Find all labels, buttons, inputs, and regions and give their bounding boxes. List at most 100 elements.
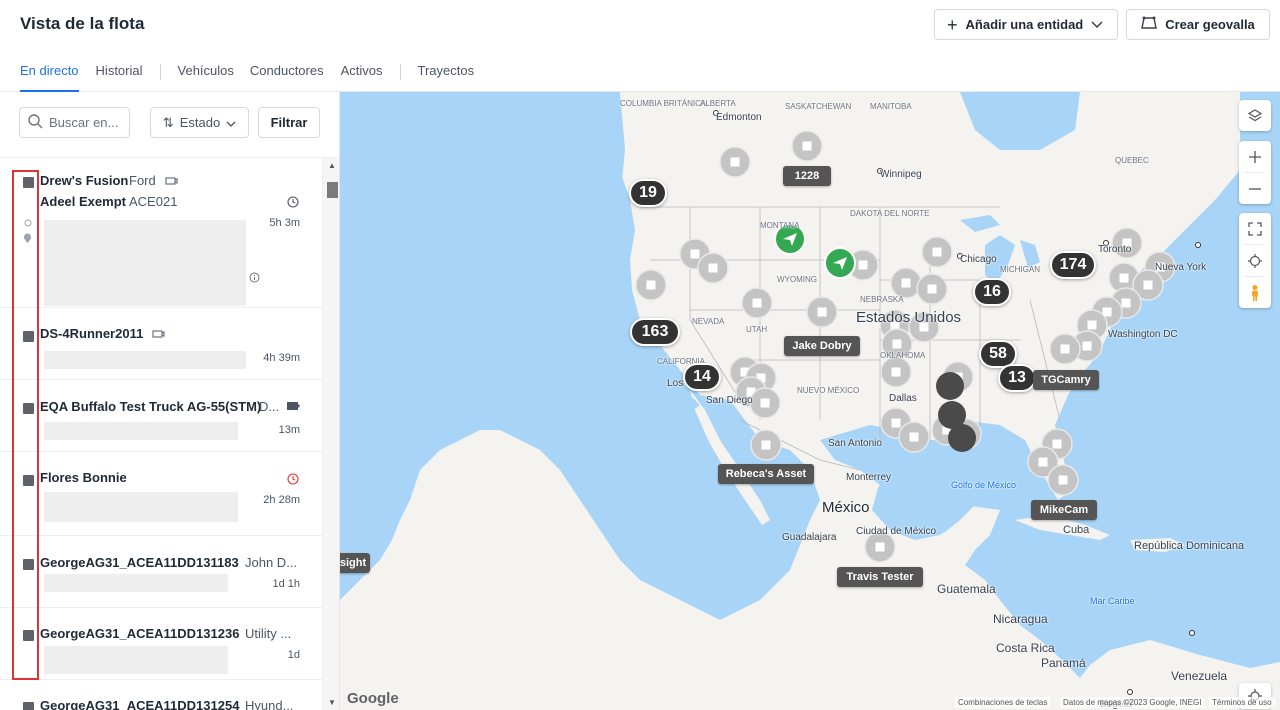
map-place-label: Estados Unidos xyxy=(856,309,962,326)
geofence-icon xyxy=(1141,16,1158,33)
scroll-up-icon[interactable]: ▲ xyxy=(327,161,337,170)
filter-button[interactable]: Filtrar xyxy=(258,107,320,138)
map-place-label: Toronto xyxy=(1098,244,1132,255)
list-item[interactable]: Flores Bonnie 2h 28m xyxy=(0,452,322,536)
tab-en-directo[interactable]: En directo xyxy=(20,58,79,92)
vehicle-extra: D... xyxy=(259,399,280,414)
map-place-label: San Diego xyxy=(706,395,753,406)
vehicle-cluster-badge[interactable]: 16 xyxy=(973,278,1011,306)
vehicle-name-tag[interactable]: Rebeca's Asset xyxy=(718,464,814,484)
redacted-address xyxy=(44,574,228,592)
map-place-label: SASKATCHEWAN xyxy=(785,102,852,111)
vehicle-cluster-badge[interactable]: 14 xyxy=(683,363,721,391)
map-place-label: Guadalajara xyxy=(782,532,837,543)
vehicle-name: EQA Buffalo Test Truck AG-55(STM) xyxy=(40,399,262,414)
map-place-label: Nicaragua xyxy=(993,612,1048,626)
map-place-label: NUEVO MÉXICO xyxy=(797,386,860,395)
tab-historial[interactable]: Historial xyxy=(96,58,143,92)
vehicle-sidebar: Buscar en... ⇅ Estado Filtrar Drew's Fus… xyxy=(0,92,340,710)
scroll-down-icon[interactable]: ▼ xyxy=(327,698,337,707)
map-place-label: Ciudad de México xyxy=(856,526,937,537)
list-scrollbar[interactable]: ▲ ▼ xyxy=(322,158,339,710)
tab-conductores[interactable]: Conductores xyxy=(250,58,324,92)
vehicle-name-tag[interactable]: 1228 xyxy=(783,166,831,186)
map-place-label: COLUMBIA BRITÁNICA xyxy=(620,99,707,108)
layers-control[interactable] xyxy=(1239,100,1271,131)
sort-icon: ⇅ xyxy=(162,114,174,130)
list-item[interactable]: GeorgeAG31_ACEA11DD131236 Utility ... 1d xyxy=(0,608,322,680)
map-place-label: MONTANA xyxy=(760,221,800,230)
engine-icon xyxy=(164,175,178,187)
list-item[interactable]: EQA Buffalo Test Truck AG-55(STM) D... 1… xyxy=(0,380,322,452)
list-item[interactable]: GeorgeAG31_ACEA11DD131254 Hyund... xyxy=(0,680,322,710)
checkbox-column-highlight xyxy=(12,170,39,680)
duration: 2h 28m xyxy=(263,494,300,506)
vehicle-cluster-badge[interactable]: 163 xyxy=(630,318,680,346)
locate-icon[interactable] xyxy=(1239,245,1271,276)
map-place-label: Costa Rica xyxy=(996,641,1055,655)
map-place-label: NEBRASKA xyxy=(860,295,904,304)
zoom-in-icon[interactable] xyxy=(1239,141,1271,172)
vehicle-make: Ford xyxy=(129,173,156,188)
tab-activos[interactable]: Activos xyxy=(341,58,383,92)
map-place-label: Dallas xyxy=(889,393,917,404)
vehicle-name-tag[interactable]: MikeCam xyxy=(1031,500,1097,520)
tab-trayectos[interactable]: Trayectos xyxy=(418,58,475,92)
tab-divider xyxy=(159,64,161,80)
map-place-label: Chicago xyxy=(960,254,997,265)
map-place-label: República Dominicana xyxy=(1134,540,1245,552)
list-item[interactable]: Drew's Fusion Ford Adeel Exempt ACE021 5… xyxy=(0,158,322,308)
scrollbar-thumb[interactable] xyxy=(327,182,338,198)
list-item[interactable]: DS-4Runner2011 4h 39m xyxy=(0,308,322,380)
map-place-label: Nueva York xyxy=(1155,262,1207,273)
vehicle-cluster-badge[interactable]: 19 xyxy=(629,179,667,207)
terms-link[interactable]: Términos de uso xyxy=(1209,697,1275,708)
vehicle-cluster-badge[interactable]: 174 xyxy=(1050,251,1096,279)
redacted-address xyxy=(44,646,228,674)
add-entity-button[interactable]: + Añadir una entidad xyxy=(934,9,1118,40)
vehicle-extra: John D... xyxy=(245,555,298,570)
map-place-label: Edmonton xyxy=(716,112,762,123)
page-header: Vista de la flota + Añadir una entidad C… xyxy=(0,0,1280,92)
map-place-label: Los xyxy=(667,378,684,389)
map-place-label: Monterrey xyxy=(846,472,892,483)
fleet-map[interactable]: COLUMBIA BRITÁNICA ALBERTA Edmonton SASKATC… xyxy=(340,92,1280,710)
map-place-label: México xyxy=(822,499,870,516)
create-geofence-button[interactable]: Crear geovalla xyxy=(1126,9,1270,40)
vehicle-name: DS-4Runner2011 xyxy=(40,326,144,341)
duration: 13m xyxy=(278,424,300,436)
row-checkbox[interactable] xyxy=(23,702,34,710)
map-place-label: Guatemala xyxy=(937,582,996,596)
duration: 4h 39m xyxy=(263,352,300,364)
vehicle-cluster-badge[interactable]: 13 xyxy=(998,364,1036,392)
zoom-out-icon[interactable] xyxy=(1239,173,1271,204)
street-view-pegman-icon[interactable] xyxy=(1239,277,1271,308)
status-sort-dropdown[interactable]: ⇅ Estado xyxy=(150,107,249,138)
create-geofence-label: Crear geovalla xyxy=(1165,17,1255,32)
map-place-label: Mar Caribe xyxy=(1090,596,1135,606)
vehicle-name-tag[interactable]: TGCamry xyxy=(1033,370,1099,390)
driver-name: Adeel Exempt xyxy=(40,194,126,209)
search-input[interactable]: Buscar en... xyxy=(19,107,130,138)
map-place-label: Golfo de México xyxy=(951,480,1017,490)
layers-icon[interactable] xyxy=(1239,100,1271,131)
tab-divider xyxy=(399,64,401,80)
vehicle-name-tag[interactable]: sight xyxy=(340,553,370,573)
vehicle-name-tag[interactable]: Travis Tester xyxy=(837,567,923,587)
fullscreen-icon[interactable] xyxy=(1239,213,1271,244)
zoom-control[interactable] xyxy=(1239,141,1271,204)
map-data-credit: Datos de mapas ©2023 Google, INEGI xyxy=(1060,697,1205,708)
page-title: Vista de la flota xyxy=(20,14,145,33)
map-place-label: Washington DC xyxy=(1108,329,1178,340)
driver-id: ACE021 xyxy=(129,194,178,209)
tab-vehiculos[interactable]: Vehículos xyxy=(178,58,234,92)
vehicle-name: Flores Bonnie xyxy=(40,470,127,485)
list-item[interactable]: GeorgeAG31_ACEA11DD131183 John D... 1d 1… xyxy=(0,536,322,608)
clock-icon xyxy=(287,196,299,208)
add-entity-label: Añadir una entidad xyxy=(965,17,1084,32)
vehicle-name-tag[interactable]: Jake Dobry xyxy=(784,336,860,356)
view-controls[interactable] xyxy=(1239,213,1271,308)
battery-icon xyxy=(287,402,300,410)
vehicle-name: GeorgeAG31_ACEA11DD131183 xyxy=(40,555,239,570)
keyboard-shortcuts-link[interactable]: Combinaciones de teclas xyxy=(955,697,1051,708)
